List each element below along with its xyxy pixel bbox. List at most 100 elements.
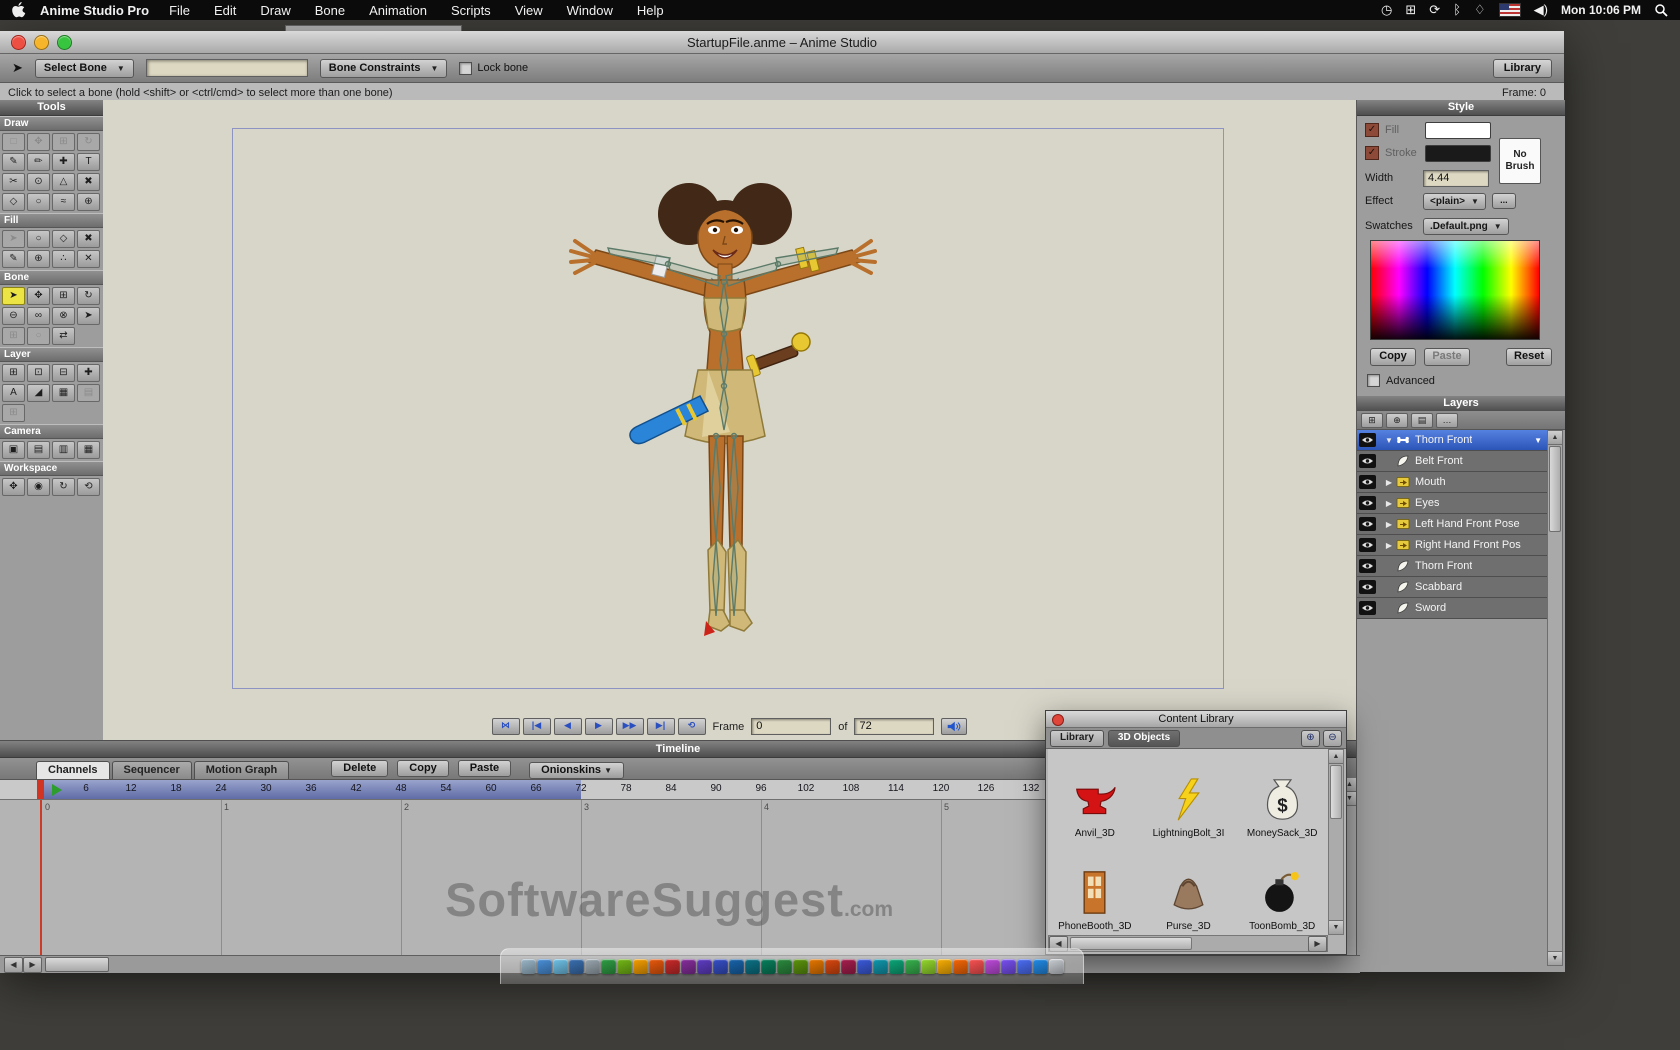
new-layer-icon[interactable]: ⊞ [1361,413,1383,428]
copy-button[interactable]: Copy [397,760,449,777]
window-titlebar[interactable]: StartupFile.anme – Anime Studio [0,31,1564,54]
bone-tool-6-icon[interactable]: ∞ [27,307,50,325]
zoom-out-icon[interactable]: ⊖ [1323,730,1342,747]
content-library-hscrollbar[interactable]: ◀ ▶ [1048,935,1328,952]
dock-app-icon-11[interactable] [681,959,696,974]
dock-app-icon-3[interactable] [553,959,568,974]
layer-row-left-hand-front-pose[interactable]: ▶Left Hand Front Pose [1357,514,1547,535]
layer-visibility-icon[interactable] [1359,538,1376,552]
width-input[interactable]: 4.44 [1423,170,1489,187]
layer-row-belt-front[interactable]: Belt Front [1357,451,1547,472]
dock-app-icon-20[interactable] [825,959,840,974]
menu-bone[interactable]: Bone [315,3,345,18]
dock-app-icon-33[interactable] [1033,959,1048,974]
loop-button[interactable]: ⟲ [678,718,706,735]
dock-app-icon-10[interactable] [665,959,680,974]
bone-constraints-dropdown[interactable]: Bone Constraints▼ [320,59,448,78]
dock-app-icon-32[interactable] [1017,959,1032,974]
camera-tool-1-icon[interactable]: ▣ [2,441,25,459]
expand-triangle-icon[interactable]: ▶ [1384,499,1394,508]
layer-tool-8-icon[interactable]: ▤ [77,384,100,402]
layer-menu-icon[interactable]: ▼ [1534,436,1542,445]
dock-app-icon-15[interactable] [745,959,760,974]
layer-tool-4-icon[interactable]: ✚ [77,364,100,382]
dock-app-icon-23[interactable] [873,959,888,974]
spotlight-icon[interactable] [1654,3,1668,17]
stroke-checkbox[interactable]: ✓ [1365,146,1379,160]
menu-view[interactable]: View [515,3,543,18]
draw-tool-5-icon[interactable]: ✎ [2,153,25,171]
draw-tool-16-icon[interactable]: ⊕ [77,193,100,211]
library-item-anvil_3d[interactable]: Anvil_3D [1048,749,1142,842]
color-picker-swatch[interactable] [1370,240,1540,340]
bone-tool-10-icon[interactable]: ○ [27,327,50,345]
fill-tool-1-icon[interactable]: ➤ [2,230,25,248]
menu-window[interactable]: Window [567,3,613,18]
dock-app-icon-7[interactable] [617,959,632,974]
step-forward-button[interactable]: ▶▶ [616,718,644,735]
swatches-dropdown[interactable]: .Default.png▼ [1423,218,1509,235]
audio-button[interactable] [941,718,967,735]
bone-tool-4-icon[interactable]: ↻ [77,287,100,305]
dock-app-icon-17[interactable] [777,959,792,974]
layer-visibility-icon[interactable] [1359,601,1376,615]
draw-tool-4-icon[interactable]: ↻ [77,133,100,151]
dock-app-icon-25[interactable] [905,959,920,974]
onionskins-dropdown[interactable]: Onionskins ▼ [529,762,624,779]
draw-tool-6-icon[interactable]: ✏ [27,153,50,171]
menu-draw[interactable]: Draw [260,3,290,18]
dock-app-icon-26[interactable] [921,959,936,974]
play-button[interactable]: ▶ [585,718,613,735]
layer-tool-7-icon[interactable]: ▦ [52,384,75,402]
scroll-left-icon[interactable]: ◀ [4,957,23,973]
bone-tool-11-icon[interactable]: ⇄ [52,327,75,345]
dock-app-icon-1[interactable] [521,959,536,974]
paste-style-button[interactable]: Paste [1424,348,1470,366]
scroll-right-icon[interactable]: ▶ [23,957,42,973]
sync-icon[interactable]: ⟳ [1429,0,1440,20]
layer-tool-6-icon[interactable]: ◢ [27,384,50,402]
bone-tool-9-icon[interactable]: ⊞ [2,327,25,345]
canvas[interactable]: ⋈|◀◀▶▶▶▶|⟲ Frame 0 of 72 [103,100,1356,740]
dock-app-icon-31[interactable] [1001,959,1016,974]
dock-app-icon-24[interactable] [889,959,904,974]
dock-app-icon-9[interactable] [649,959,664,974]
scrollbar-thumb[interactable] [1330,765,1342,819]
dock-app-icon-21[interactable] [841,959,856,974]
jump-end-button[interactable]: ▶| [647,718,675,735]
fill-tool-3-icon[interactable]: ◇ [52,230,75,248]
fill-tool-6-icon[interactable]: ⊕ [27,250,50,268]
draw-tool-11-icon[interactable]: △ [52,173,75,191]
dock-app-icon-34[interactable] [1049,959,1064,974]
fill-tool-4-icon[interactable]: ✖ [77,230,100,248]
layer-row-thorn-front[interactable]: Thorn Front [1357,556,1547,577]
menu-file[interactable]: File [169,3,190,18]
library-item-phonebooth_3d[interactable]: PhoneBooth_3D [1048,842,1142,935]
fill-tool-2-icon[interactable]: ○ [27,230,50,248]
scrollbar-thumb[interactable] [1549,446,1561,532]
paste-button[interactable]: Paste [458,760,511,777]
fill-tool-5-icon[interactable]: ✎ [2,250,25,268]
camera-tool-4-icon[interactable]: ▦ [77,441,100,459]
layer-visibility-icon[interactable] [1359,580,1376,594]
menu-bar-clock[interactable]: Mon 10:06 PM [1561,3,1641,17]
fill-tool-8-icon[interactable]: ✕ [77,250,100,268]
fill-color-swatch[interactable] [1425,122,1491,139]
menu-scripts[interactable]: Scripts [451,3,491,18]
advanced-checkbox[interactable] [1367,374,1380,387]
layer-row-scabbard[interactable]: Scabbard [1357,577,1547,598]
copy-style-button[interactable]: Copy [1370,348,1416,366]
layer-row-sword[interactable]: Sword [1357,598,1547,619]
layer-visibility-icon[interactable] [1359,454,1376,468]
bone-tool-1-icon[interactable]: ➤ [2,287,25,305]
content-library-titlebar[interactable]: Content Library [1046,711,1346,728]
current-frame-input[interactable]: 0 [751,718,831,735]
expand-triangle-icon[interactable]: ▼ [1384,436,1394,445]
draw-tool-1-icon[interactable]: □ [2,133,25,151]
draw-tool-15-icon[interactable]: ≈ [52,193,75,211]
bone-tool-2-icon[interactable]: ✥ [27,287,50,305]
effect-more-button[interactable]: ... [1492,193,1516,209]
menu-help[interactable]: Help [637,3,664,18]
scrollbar-thumb[interactable] [1070,937,1192,950]
library-item-purse_3d[interactable]: Purse_3D [1142,842,1236,935]
